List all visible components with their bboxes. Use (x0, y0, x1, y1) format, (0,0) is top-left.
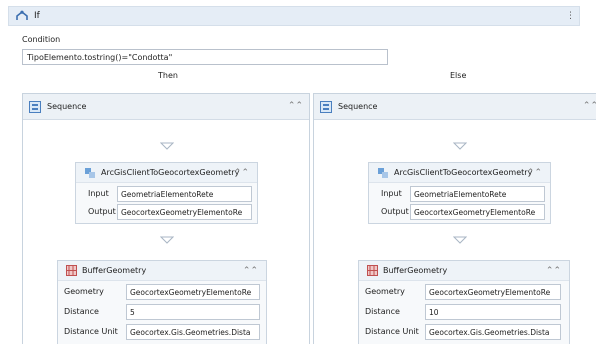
output-field[interactable]: GeocortexGeometryElementoRe (117, 204, 252, 220)
output-row: Output GeocortexGeometryElementoRe (76, 204, 257, 225)
drop-target-arrow-icon[interactable] (160, 142, 174, 150)
geometry-label: Geometry (365, 287, 405, 296)
converter-activity-title: ArcGisClientToGeocortexGeometry (394, 168, 533, 177)
distance-row: Distance 5 (58, 303, 266, 323)
drop-target-arrow-icon[interactable] (453, 236, 467, 244)
buffer-geometry-icon (66, 265, 77, 276)
distance-label: Distance (64, 307, 99, 316)
double-chevron-up-icon[interactable]: ⌃⌃ (288, 101, 303, 111)
double-chevron-up-icon[interactable]: ⌃⌃ (546, 266, 561, 276)
double-chevron-up-icon[interactable]: ⌃⌃ (583, 101, 596, 111)
then-sequence[interactable]: Sequence ⌃⌃ ArcGisClientToGeocortexGeome… (22, 93, 310, 344)
distance-unit-label: Distance Unit (64, 327, 118, 336)
convert-activity-icon (85, 167, 95, 178)
buffer-geometry-icon (367, 265, 378, 276)
buffer-geometry-activity[interactable]: BufferGeometry ⌃⌃ Geometry GeocortexGeom… (358, 260, 570, 344)
buffer-activity-title: BufferGeometry (82, 266, 147, 275)
if-activity-title: If (34, 11, 40, 21)
input-row: Input GeometriaElementoRete (76, 185, 257, 205)
condition-input[interactable]: TipoElemento.tostring()="Condotta" (22, 49, 388, 65)
collapse-indicator[interactable]: ⋮ (566, 11, 575, 21)
condition-label: Condition (22, 35, 61, 44)
input-row: Input GeometriaElementoRete (369, 185, 550, 205)
input-label: Input (381, 189, 402, 198)
double-chevron-up-icon[interactable]: ⌃⌃ (243, 266, 258, 276)
distance-unit-label: Distance Unit (365, 327, 419, 336)
double-chevron-up-icon[interactable]: ⌃⌃ (234, 168, 249, 178)
converter-activity-title: ArcGisClientToGeocortexGeometry (101, 168, 240, 177)
geometry-label: Geometry (64, 287, 104, 296)
input-field[interactable]: GeometriaElementoRete (410, 186, 545, 202)
geometry-row: Geometry GeocortexGeometryElementoRe (359, 283, 569, 303)
distance-row: Distance 10 (359, 303, 569, 323)
drop-target-arrow-icon[interactable] (453, 142, 467, 150)
output-row: Output GeocortexGeometryElementoRe (369, 204, 550, 225)
converter-activity-header[interactable]: ArcGisClientToGeocortexGeometry ⌃⌃ (76, 163, 257, 183)
buffer-activity-header[interactable]: BufferGeometry ⌃⌃ (58, 261, 266, 281)
output-field[interactable]: GeocortexGeometryElementoRe (410, 204, 545, 220)
distance-field[interactable]: 5 (126, 304, 260, 320)
if-activity-header[interactable]: If ⋮ (8, 6, 580, 26)
convert-activity-icon (378, 167, 388, 178)
distance-unit-field[interactable]: Geocortex.Gis.Geometries.Dista (425, 324, 561, 340)
distance-field[interactable]: 10 (425, 304, 561, 320)
distance-unit-row: Distance Unit Geocortex.Gis.Geometries.D… (359, 323, 569, 343)
sequence-header[interactable]: Sequence ⌃⌃ (23, 94, 309, 120)
input-field[interactable]: GeometriaElementoRete (117, 186, 252, 202)
else-label: Else (450, 71, 467, 80)
double-chevron-up-icon[interactable]: ⌃⌃ (527, 168, 542, 178)
sequence-header[interactable]: Sequence ⌃⌃ (314, 94, 596, 120)
then-label: Then (158, 71, 178, 80)
sequence-icon (29, 100, 41, 113)
drop-target-arrow-icon[interactable] (160, 236, 174, 244)
geometry-field[interactable]: GeocortexGeometryElementoRe (425, 284, 561, 300)
if-branch-icon (16, 10, 28, 20)
geometry-field[interactable]: GeocortexGeometryElementoRe (126, 284, 260, 300)
sequence-title: Sequence (338, 102, 378, 111)
converter-activity[interactable]: ArcGisClientToGeocortexGeometry ⌃⌃ Input… (75, 162, 258, 224)
distance-label: Distance (365, 307, 400, 316)
sequence-title: Sequence (47, 102, 87, 111)
output-label: Output (88, 207, 116, 216)
distance-unit-row: Distance Unit Geocortex.Gis.Geometries.D… (58, 323, 266, 343)
geometry-row: Geometry GeocortexGeometryElementoRe (58, 283, 266, 303)
input-label: Input (88, 189, 109, 198)
buffer-geometry-activity[interactable]: BufferGeometry ⌃⌃ Geometry GeocortexGeom… (57, 260, 267, 344)
else-sequence[interactable]: Sequence ⌃⌃ ArcGisClientToGeocortexGeome… (313, 93, 596, 344)
sequence-icon (320, 100, 332, 113)
converter-activity-header[interactable]: ArcGisClientToGeocortexGeometry ⌃⌃ (369, 163, 550, 183)
output-label: Output (381, 207, 409, 216)
buffer-activity-title: BufferGeometry (383, 266, 448, 275)
buffer-activity-header[interactable]: BufferGeometry ⌃⌃ (359, 261, 569, 281)
distance-unit-field[interactable]: Geocortex.Gis.Geometries.Dista (126, 324, 260, 340)
converter-activity[interactable]: ArcGisClientToGeocortexGeometry ⌃⌃ Input… (368, 162, 551, 224)
